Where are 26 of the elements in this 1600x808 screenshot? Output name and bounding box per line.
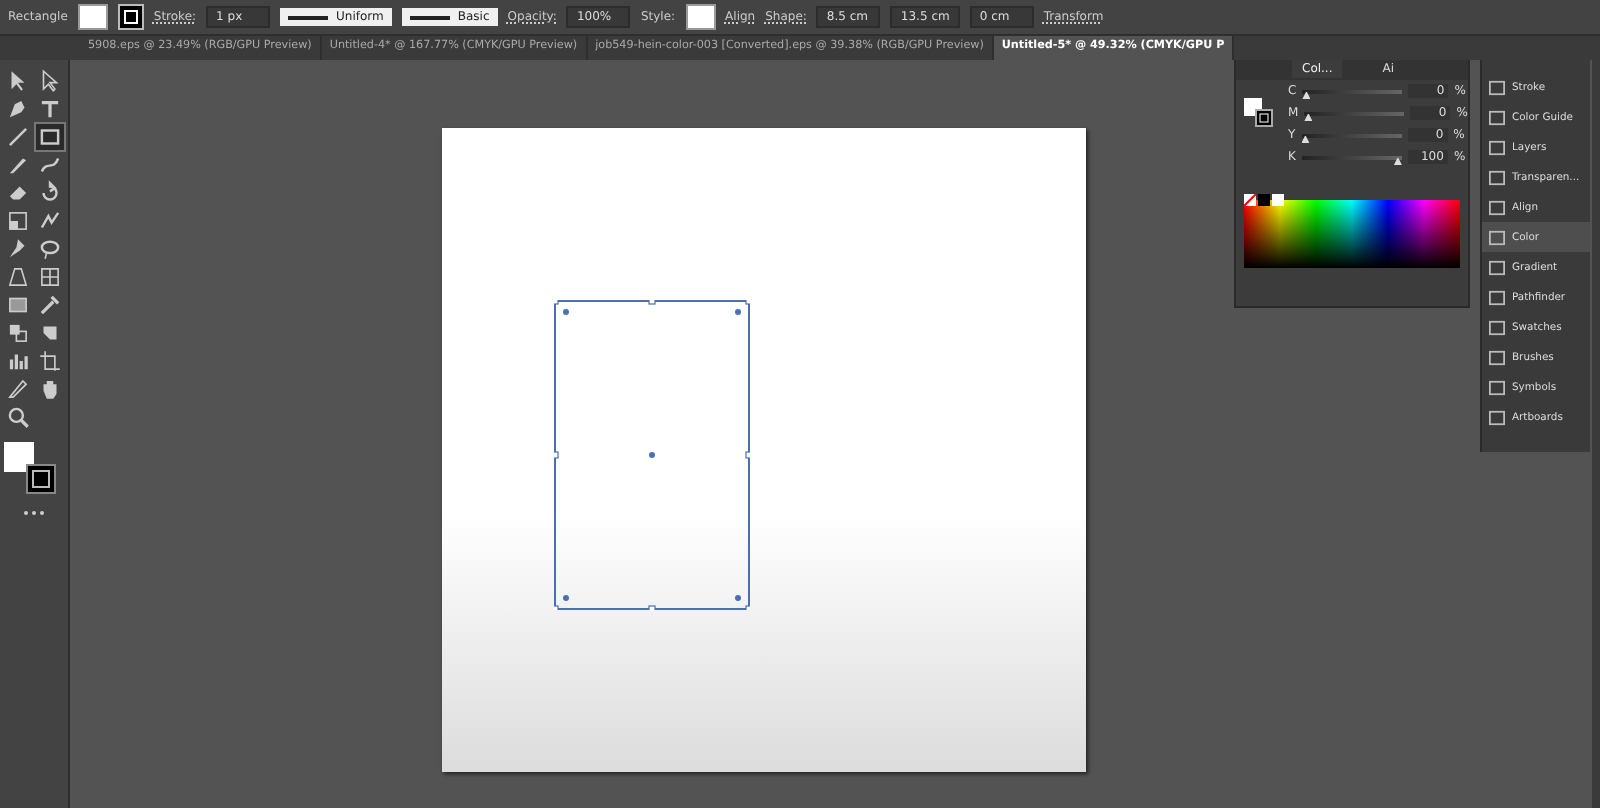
selected-rectangle[interactable] <box>554 300 750 610</box>
style-swatch[interactable] <box>685 4 716 30</box>
stroke-swatch[interactable] <box>117 4 144 30</box>
scale-tool-icon[interactable] <box>4 208 32 234</box>
pencil-tool-icon[interactable] <box>36 152 64 178</box>
perspective-tool-icon[interactable] <box>4 264 32 290</box>
fill-swatch[interactable] <box>77 4 108 30</box>
slider-thumb[interactable] <box>1393 157 1402 165</box>
artboard-tool-icon[interactable] <box>36 348 64 374</box>
slider-thumb[interactable] <box>1301 135 1310 143</box>
type-tool-icon[interactable] <box>36 96 64 122</box>
quick-swatches[interactable] <box>1244 194 1284 206</box>
line-tool-icon[interactable] <box>4 124 32 150</box>
mesh-tool-icon[interactable] <box>36 264 64 290</box>
lasso-tool-icon[interactable] <box>36 236 64 262</box>
blend-tool-icon[interactable] <box>4 320 32 346</box>
rotate-tool-icon[interactable] <box>36 180 64 206</box>
gradient-tool-icon[interactable] <box>4 292 32 318</box>
eyedropper-tool-icon[interactable] <box>36 292 64 318</box>
more-icon[interactable] <box>22 510 46 516</box>
zoom-tool-icon[interactable] <box>4 404 32 430</box>
slider-thumb[interactable] <box>1302 91 1311 99</box>
color-spectrum[interactable] <box>1244 200 1460 268</box>
slice-tool-icon[interactable] <box>4 376 32 402</box>
rectangle-tool-icon[interactable] <box>36 124 64 150</box>
slider-thumb[interactable] <box>1304 113 1313 121</box>
